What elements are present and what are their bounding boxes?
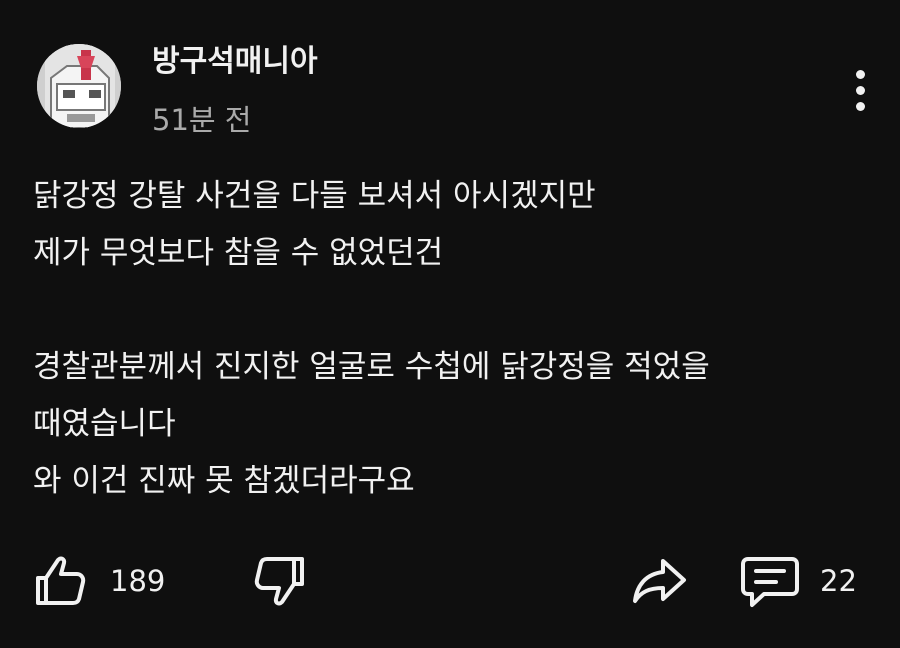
avatar[interactable] xyxy=(37,44,121,128)
like-count: 189 xyxy=(110,564,166,598)
like-button[interactable]: 189 xyxy=(30,551,165,611)
reply-button[interactable]: 22 xyxy=(738,551,857,611)
more-vertical-icon-dot xyxy=(855,85,865,95)
more-vertical-icon-dot xyxy=(855,101,865,111)
robot-avatar-icon xyxy=(37,44,121,128)
more-options-button[interactable] xyxy=(840,62,880,118)
comment-icon xyxy=(741,557,799,607)
reply-count: 22 xyxy=(820,564,857,598)
comment-timestamp: 51분 전 xyxy=(152,103,252,137)
comment-line: 닭강정 강탈 사건을 다들 보셔서 아시겠지만 xyxy=(33,178,596,214)
thumbs-up-icon xyxy=(36,556,86,605)
dislike-button[interactable] xyxy=(250,551,310,611)
comment-line: 제가 무엇보다 참을 수 없었던건 xyxy=(33,235,444,271)
more-vertical-icon xyxy=(855,69,865,79)
comment-body: 닭강정 강탈 사건을 다들 보셔서 아시겠지만 제가 무엇보다 참을 수 없었던… xyxy=(33,168,873,510)
share-button[interactable] xyxy=(629,551,689,611)
comment-line xyxy=(33,282,873,339)
share-icon xyxy=(633,559,686,603)
comment-line: 경찰관분께서 진지한 얼굴로 수첩에 닭강정을 적었을 xyxy=(33,349,710,385)
comment-line: 와 이건 진짜 못 참겠더라구요 xyxy=(33,463,415,499)
thumbs-down-icon xyxy=(254,557,304,606)
comment-line: 때였습니다 xyxy=(33,406,176,442)
comment-author[interactable]: 방구석매니아 xyxy=(152,40,318,84)
